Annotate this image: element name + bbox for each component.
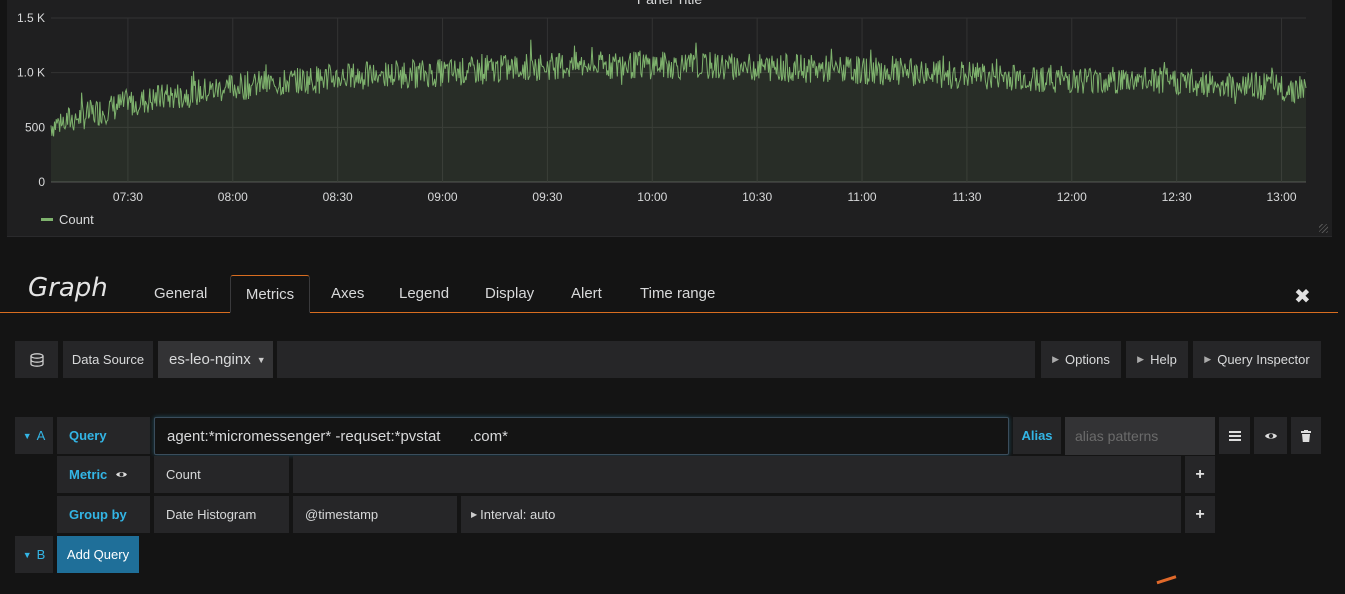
x-tick-label: 10:30 — [742, 190, 772, 204]
tab-metrics[interactable]: Metrics — [230, 275, 310, 313]
datasource-select[interactable]: es-leo-nginx ▼ — [158, 341, 273, 378]
options-label: Options — [1065, 352, 1110, 367]
alias-input[interactable] — [1065, 417, 1215, 455]
legend-label[interactable]: Count — [59, 212, 94, 227]
timeseries-chart: 0 500 1.0 K 1.5 K 07:30 08:00 08:30 09:00 09:30 1… — [17, 11, 1307, 204]
add-metric-icon[interactable]: + — [1185, 456, 1215, 493]
menu-icon[interactable] — [1219, 417, 1250, 454]
metric-spacer — [293, 456, 1181, 493]
groupby-field[interactable]: @timestamp — [293, 496, 457, 533]
query-ref-b: B — [36, 547, 46, 562]
legend: Count — [41, 212, 94, 227]
x-tick-label: 08:30 — [323, 190, 353, 204]
query-input[interactable] — [154, 417, 1009, 455]
y-tick-label: 1.5 K — [17, 11, 45, 25]
x-tick-label: 12:00 — [1057, 190, 1087, 204]
eye-icon[interactable] — [115, 470, 128, 479]
options-button[interactable]: ▶ Options — [1041, 341, 1121, 378]
y-tick-label: 500 — [25, 120, 45, 134]
query-ref-a: A — [36, 428, 46, 443]
close-icon[interactable]: ✖ — [1294, 284, 1311, 309]
x-tick-label: 09:30 — [532, 190, 562, 204]
x-tick-label: 08:00 — [218, 190, 248, 204]
editor-header: Graph General Metrics Axes Legend Displa… — [0, 256, 1338, 313]
eye-icon[interactable] — [1254, 417, 1287, 454]
tab-axes[interactable]: Axes — [319, 275, 376, 313]
caret-right-icon: ▶ — [1137, 354, 1145, 364]
y-tick-label: 0 — [38, 175, 45, 189]
caret-down-icon: ▼ — [22, 430, 32, 441]
metric-label-box: Metric — [57, 456, 150, 493]
datasource-label: Data Source — [63, 341, 153, 378]
editor-title: Graph — [28, 273, 108, 303]
groupby-label: Group by — [69, 507, 127, 522]
datasource-spacer — [277, 341, 1035, 378]
metric-label: Metric — [69, 467, 108, 482]
trash-icon[interactable] — [1291, 417, 1321, 454]
caret-down-icon: ▼ — [256, 354, 266, 365]
query-inspector-label: Query Inspector — [1217, 352, 1310, 367]
interval-label: Interval: auto — [480, 507, 556, 522]
tab-alert[interactable]: Alert — [559, 275, 614, 313]
query-inspector-button[interactable]: ▶ Query Inspector — [1193, 341, 1321, 378]
query-label-box: Query — [57, 417, 150, 454]
add-groupby-icon[interactable]: + — [1185, 496, 1215, 533]
datasource-value: es-leo-nginx — [169, 351, 251, 368]
tab-time-range[interactable]: Time range — [628, 275, 727, 313]
x-tick-label: 10:00 — [637, 190, 667, 204]
x-tick-label: 12:30 — [1162, 190, 1192, 204]
help-label: Help — [1150, 352, 1177, 367]
y-tick-label: 1.0 K — [17, 66, 45, 80]
caret-down-icon: ▼ — [22, 549, 32, 560]
tab-general[interactable]: General — [142, 275, 219, 313]
help-button[interactable]: ▶ Help — [1126, 341, 1188, 378]
alias-label: Alias — [1021, 428, 1053, 443]
x-tick-label: 11:00 — [847, 190, 876, 204]
tab-legend[interactable]: Legend — [387, 275, 461, 313]
add-query-button[interactable]: Add Query — [57, 536, 139, 573]
series-area-count — [51, 39, 1306, 183]
query-b-toggle[interactable]: ▼ B — [15, 536, 53, 573]
database-icon — [15, 341, 58, 378]
alias-label-box: Alias — [1013, 417, 1061, 454]
caret-right-icon: ▶ — [1052, 354, 1060, 364]
x-tick-label: 09:00 — [428, 190, 458, 204]
x-tick-label: 07:30 — [113, 190, 143, 204]
x-tick-label: 13:00 — [1267, 190, 1297, 204]
caret-right-icon: ▶ — [1204, 354, 1212, 364]
tab-display[interactable]: Display — [473, 275, 546, 313]
x-tick-label: 11:30 — [952, 190, 981, 204]
legend-swatch — [41, 218, 53, 221]
groupby-type[interactable]: Date Histogram — [154, 496, 289, 533]
metric-type[interactable]: Count — [154, 456, 289, 493]
resize-handle[interactable] — [1319, 224, 1328, 233]
groupby-label-box: Group by — [57, 496, 150, 533]
query-a-toggle[interactable]: ▼ A — [15, 417, 53, 454]
query-label: Query — [69, 428, 107, 443]
graph-panel: Panel Title 05001.0 K1.5 K07:3008:0008:3… — [7, 0, 1332, 237]
caret-right-icon: ▶ — [471, 510, 478, 519]
groupby-interval[interactable]: ▶ Interval: auto — [461, 496, 1181, 533]
